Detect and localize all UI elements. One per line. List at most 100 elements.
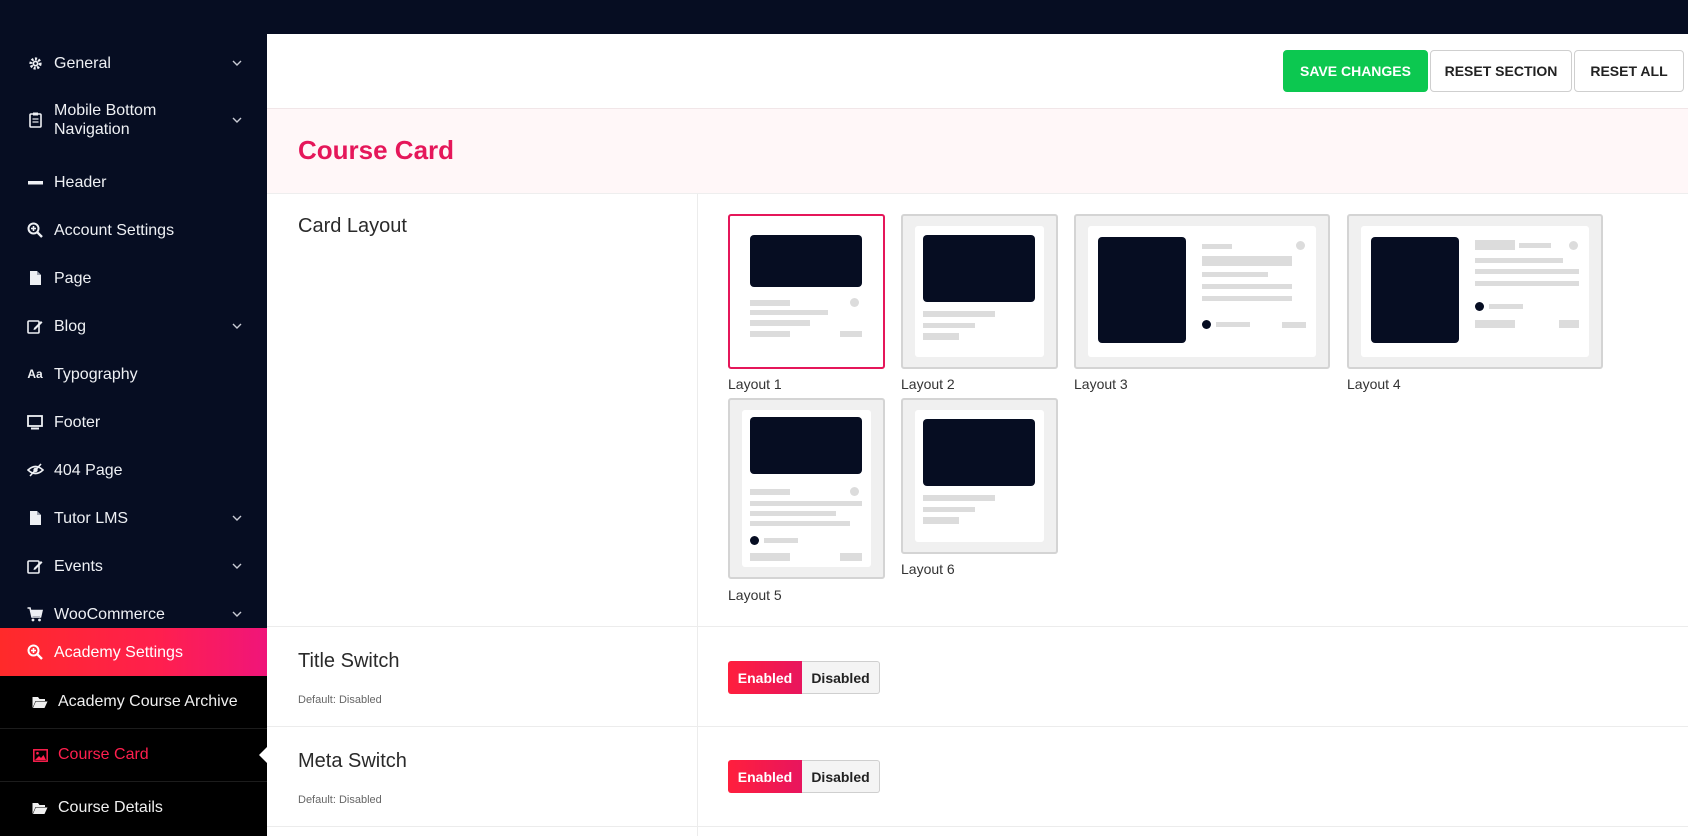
layout-preview-avatar <box>750 536 759 545</box>
layout-caption: Layout 3 <box>1074 376 1128 392</box>
reset-all-button[interactable]: RESET ALL <box>1574 50 1684 92</box>
layout-preview-line <box>750 331 790 337</box>
meta-switch-label: Meta Switch <box>298 750 407 772</box>
sidebar-item-label: WooCommerce <box>54 605 165 623</box>
meta-switch-default: Default: Disabled <box>298 794 382 806</box>
gear-icon <box>26 54 44 72</box>
action-toolbar: SAVE CHANGES RESET SECTION RESET ALL <box>267 34 1688 108</box>
sidebar-item-blog[interactable]: Blog <box>0 304 267 348</box>
layout-preview-line <box>923 495 995 501</box>
options-sidebar: General Mobile Bottom Navigation Header … <box>0 34 267 836</box>
sidebar-subitem-course-card[interactable]: Course Card <box>0 729 267 781</box>
sidebar-item-label: Header <box>54 173 107 191</box>
title-switch-label: Title Switch <box>298 650 400 672</box>
clipboard-icon <box>26 111 44 129</box>
layout-option-4[interactable] <box>1347 214 1603 369</box>
row-divider <box>267 726 1688 727</box>
save-changes-button[interactable]: SAVE CHANGES <box>1283 50 1428 92</box>
layout-caption: Layout 6 <box>901 561 955 577</box>
sidebar-item-label: Events <box>54 557 103 575</box>
title-switch-enabled-button[interactable]: Enabled <box>728 661 802 694</box>
layout-option-5[interactable] <box>728 398 885 579</box>
layout-preview-line <box>923 311 995 317</box>
layout-caption: Layout 5 <box>728 587 782 603</box>
sidebar-subitem-label: Course Card <box>58 746 149 763</box>
card-layout-label: Card Layout <box>298 215 407 237</box>
sidebar-item-label: Typography <box>54 365 138 383</box>
sidebar-subitem-academy-course-archive[interactable]: Academy Course Archive <box>0 676 267 728</box>
options-panel: SAVE CHANGES RESET SECTION RESET ALL Cou… <box>267 34 1688 836</box>
layout-preview-line <box>1475 258 1563 263</box>
layout-preview-image <box>1371 237 1459 343</box>
sidebar-subitem-label: Academy Course Archive <box>58 693 238 710</box>
chevron-down-icon <box>232 515 242 521</box>
layout-preview-image <box>750 235 862 287</box>
layout-preview-line <box>1282 322 1306 328</box>
text-icon: Aa <box>27 367 43 381</box>
sidebar-item-events[interactable]: Events <box>0 544 267 588</box>
sidebar-item-404-page[interactable]: 404 Page <box>0 448 267 492</box>
sidebar-item-label: Academy Settings <box>54 643 183 661</box>
layout-caption: Layout 4 <box>1347 376 1401 392</box>
layout-preview-line <box>1202 256 1292 266</box>
academy-settings-submenu: Academy Course Archive Course Card Cours… <box>0 676 267 836</box>
sidebar-item-account-settings[interactable]: Account Settings <box>0 208 267 252</box>
layout-preview-line <box>1559 320 1579 328</box>
layout-preview-line <box>923 507 975 512</box>
folder-open-icon <box>32 694 48 710</box>
chevron-down-icon <box>232 323 242 329</box>
section-title: Course Card <box>298 135 455 165</box>
title-switch-disabled-button[interactable]: Disabled <box>802 661 880 694</box>
layout-preview-image <box>923 235 1035 302</box>
layout-preview-line <box>750 553 790 561</box>
column-divider <box>697 194 698 836</box>
folder-open-icon <box>32 800 48 816</box>
sidebar-item-footer[interactable]: Footer <box>0 400 267 444</box>
sidebar-item-typography[interactable]: Aa Typography <box>0 352 267 396</box>
layout-preview-line <box>923 323 975 328</box>
layout-preview-line <box>1202 284 1292 289</box>
sidebar-item-page[interactable]: Page <box>0 256 267 300</box>
sidebar-item-tutor-lms[interactable]: Tutor LMS <box>0 496 267 540</box>
layout-preview-line <box>750 310 828 315</box>
layout-option-3[interactable] <box>1074 214 1330 369</box>
title-switch-toggle: Enabled Disabled <box>728 661 880 694</box>
sidebar-item-label: 404 Page <box>54 461 123 479</box>
sidebar-item-header[interactable]: Header <box>0 160 267 204</box>
layout-option-1[interactable] <box>728 214 885 369</box>
sidebar-item-label: Account Settings <box>54 221 175 239</box>
sidebar-item-general[interactable]: General <box>0 40 267 86</box>
document-icon <box>26 269 44 287</box>
layout-preview-card <box>1088 226 1316 357</box>
layout-caption: Layout 2 <box>901 376 955 392</box>
row-divider <box>267 626 1688 627</box>
monitor-icon <box>26 413 44 431</box>
layout-preview-card <box>742 226 871 357</box>
sidebar-item-academy-settings[interactable]: Academy Settings <box>0 628 267 676</box>
layout-preview-line <box>750 501 862 506</box>
layout-preview-line <box>840 553 862 561</box>
sidebar-item-label: Page <box>54 269 92 287</box>
eye-slash-icon <box>26 461 44 479</box>
layout-preview-card <box>1361 226 1589 357</box>
sidebar-item-label: Blog <box>54 317 87 335</box>
layout-option-2[interactable] <box>901 214 1058 369</box>
edit-icon <box>26 557 44 575</box>
layout-preview-line <box>1489 304 1523 309</box>
layout-preview-dot <box>1569 241 1578 250</box>
sidebar-item-label: Mobile Bottom Navigation <box>54 102 157 138</box>
sidebar-subitem-course-details[interactable]: Course Details <box>0 782 267 834</box>
search-plus-icon <box>26 643 44 661</box>
meta-switch-enabled-button[interactable]: Enabled <box>728 760 802 793</box>
chevron-down-icon <box>232 117 242 123</box>
layout-caption: Layout 1 <box>728 376 782 392</box>
layout-preview-card <box>742 410 871 567</box>
minus-icon <box>26 173 44 191</box>
reset-section-button[interactable]: RESET SECTION <box>1430 50 1572 92</box>
sidebar-item-mobile-bottom-navigation[interactable]: Mobile Bottom Navigation <box>0 90 267 150</box>
layout-option-6[interactable] <box>901 398 1058 554</box>
layout-preview-line <box>1202 244 1232 249</box>
meta-switch-disabled-button[interactable]: Disabled <box>802 760 880 793</box>
edit-icon <box>26 317 44 335</box>
sidebar-subitem-label: Course Details <box>58 799 163 816</box>
